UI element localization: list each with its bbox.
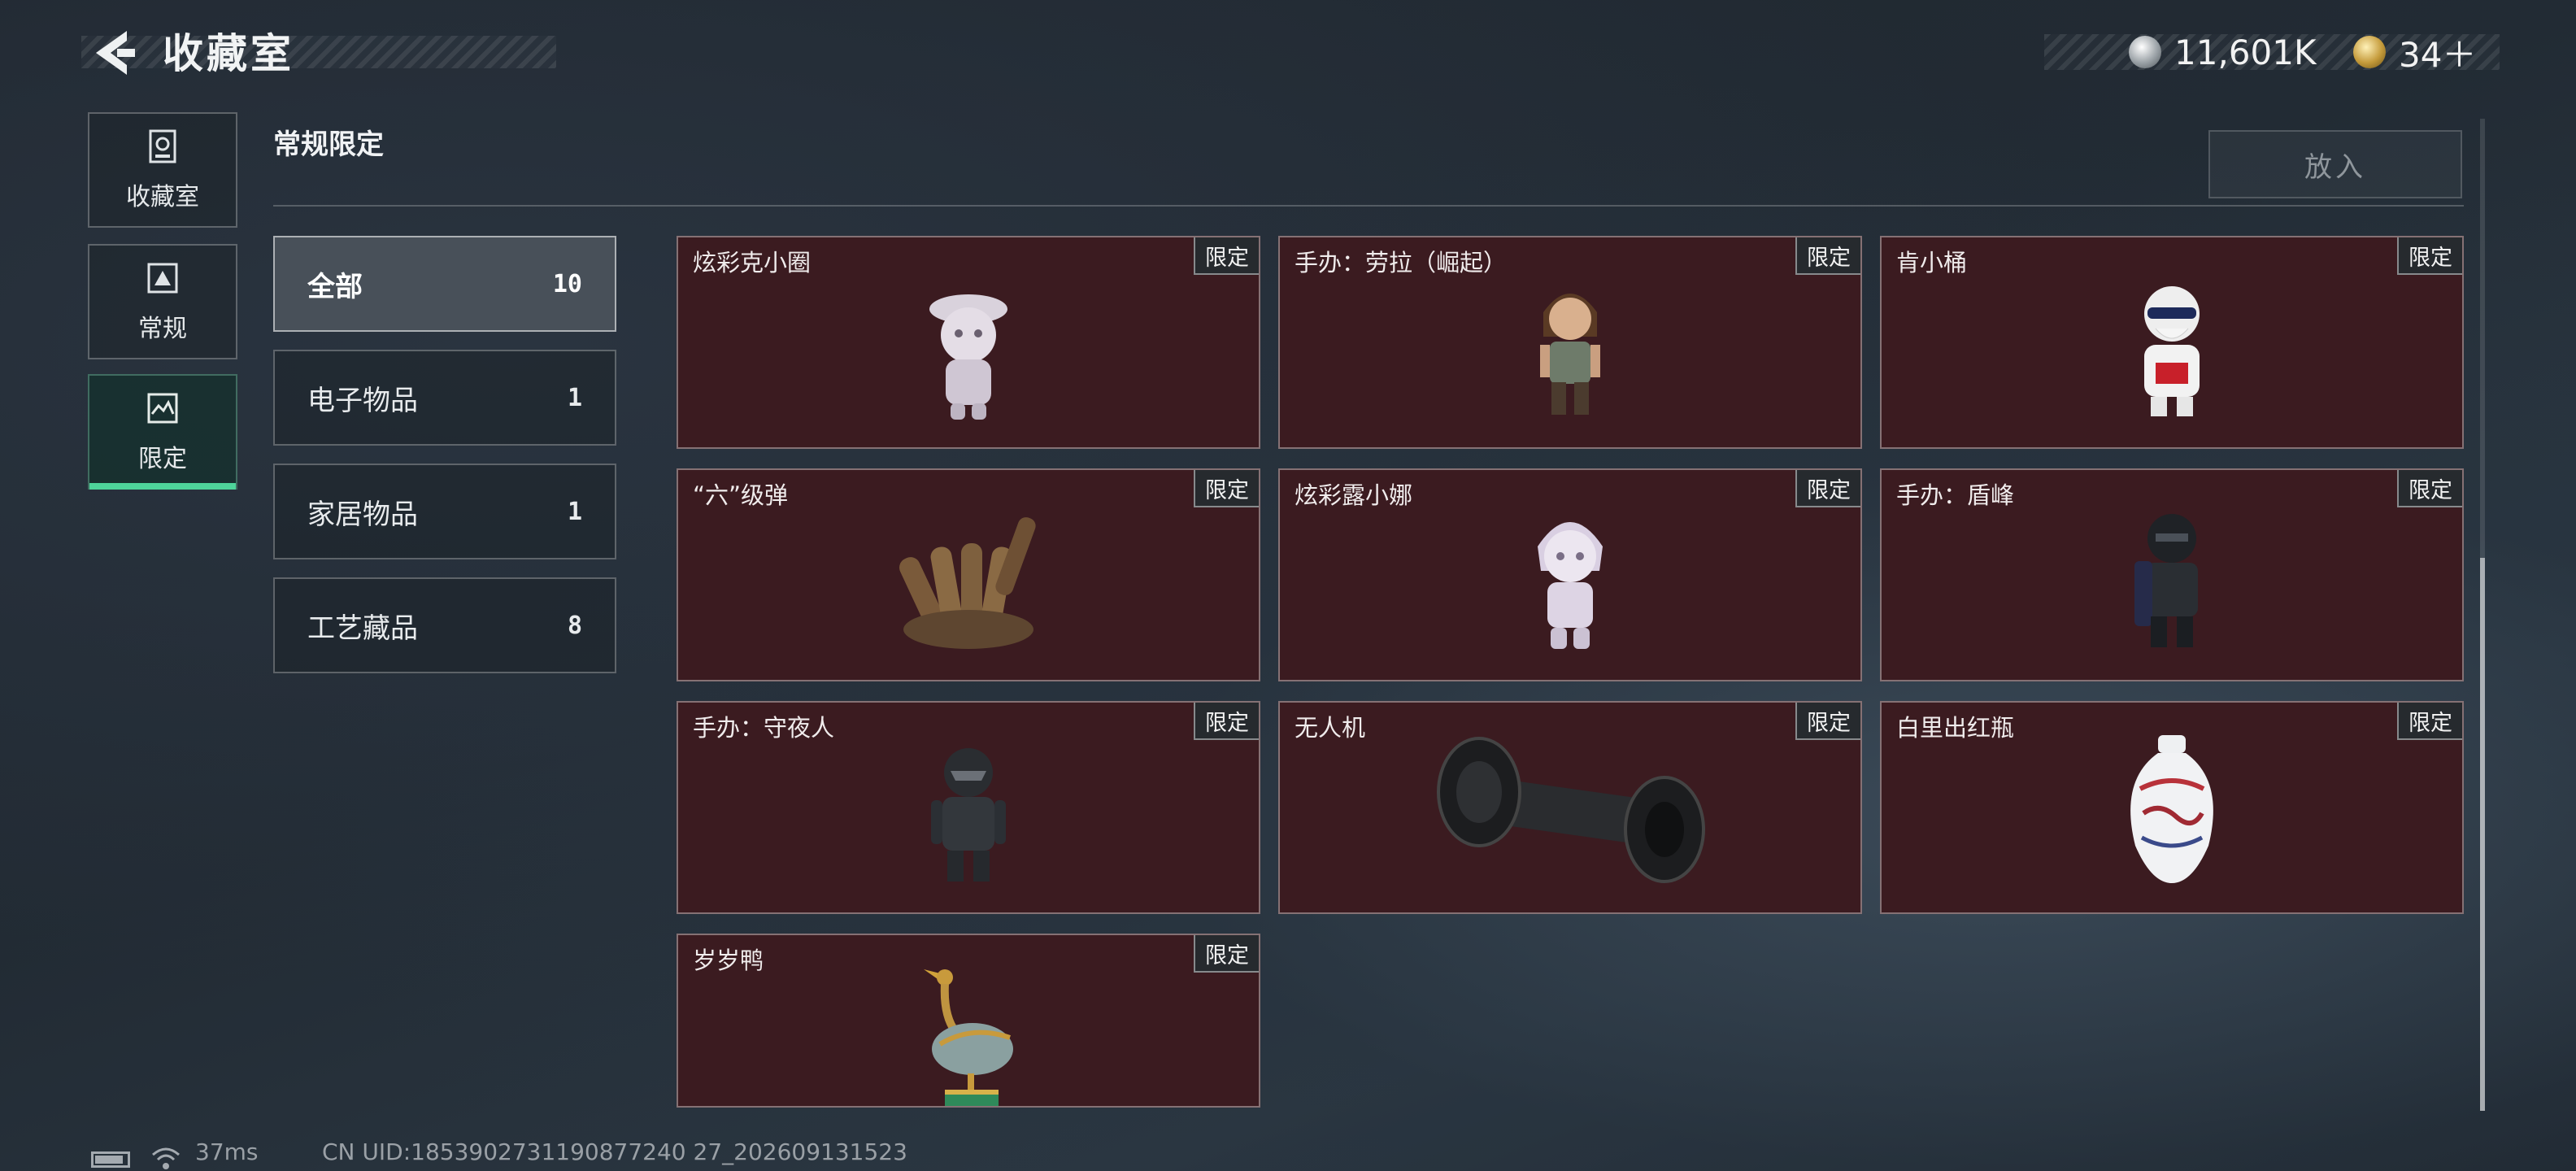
item-card[interactable]: 手办：盾峰 限定 bbox=[1880, 468, 2464, 681]
silver-currency-value: 11,601K bbox=[2174, 32, 2317, 72]
section-title: 常规限定 bbox=[273, 128, 384, 161]
battery-icon bbox=[91, 1151, 130, 1168]
back-arrow-icon[interactable] bbox=[88, 24, 145, 81]
category-label: 电子物品 bbox=[307, 384, 418, 417]
category-count: 10 bbox=[552, 269, 582, 298]
put-in-button[interactable]: 放入 bbox=[2208, 130, 2462, 198]
limited-collection-icon bbox=[147, 393, 178, 424]
nav-label: 收藏室 bbox=[126, 183, 199, 211]
figure-image bbox=[2134, 514, 2198, 647]
nav-label: 常规 bbox=[138, 315, 187, 343]
nav-item-regular[interactable]: 常规 bbox=[88, 244, 237, 359]
item-card[interactable]: 炫彩露小娜 限定 bbox=[1278, 468, 1862, 681]
figure-image bbox=[1538, 522, 1603, 649]
limited-badge: 限定 bbox=[1194, 935, 1259, 973]
active-indicator bbox=[89, 483, 236, 490]
item-name: 手办：守夜人 bbox=[693, 714, 835, 742]
vault-icon bbox=[149, 129, 176, 163]
limited-badge: 限定 bbox=[1194, 237, 1259, 275]
duck-image bbox=[924, 969, 1013, 1106]
category-household[interactable]: 家居物品 1 bbox=[273, 464, 616, 559]
figure-image bbox=[2144, 286, 2200, 416]
item-card[interactable]: 炫彩克小圈 限定 bbox=[677, 236, 1260, 449]
category-crafts[interactable]: 工艺藏品 8 bbox=[273, 577, 616, 673]
gold-currency-value: 34＋ bbox=[2399, 34, 2477, 75]
item-card[interactable]: 手办：劳拉（崛起） 限定 bbox=[1278, 236, 1862, 449]
limited-badge: 限定 bbox=[2397, 470, 2462, 507]
vase-image bbox=[2130, 735, 2213, 883]
category-electronics[interactable]: 电子物品 1 bbox=[273, 350, 616, 446]
item-name: 无人机 bbox=[1295, 714, 1366, 742]
header-stripe bbox=[81, 36, 556, 68]
silver-currency: 11,601K bbox=[2129, 31, 2317, 73]
nav-item-vault[interactable]: 收藏室 bbox=[88, 112, 237, 228]
limited-badge: 限定 bbox=[2397, 703, 2462, 740]
item-name: 炫彩露小娜 bbox=[1295, 481, 1413, 509]
figure-image bbox=[929, 294, 1007, 420]
figure-image bbox=[1540, 294, 1600, 415]
ping-text: 37ms bbox=[195, 1138, 259, 1165]
category-label: 全部 bbox=[307, 270, 363, 303]
item-name: 手办：盾峰 bbox=[1896, 481, 2015, 509]
gold-coin-icon bbox=[2353, 36, 2386, 68]
item-card[interactable]: 手办：守夜人 限定 bbox=[677, 701, 1260, 914]
scrollbar-thumb[interactable] bbox=[2480, 558, 2485, 1111]
gold-currency[interactable]: 34＋ bbox=[2353, 31, 2476, 75]
limited-badge: 限定 bbox=[1795, 470, 1860, 507]
category-all[interactable]: 全部 10 bbox=[273, 236, 616, 332]
regular-collection-icon bbox=[147, 263, 178, 294]
item-name: 炫彩克小圈 bbox=[693, 249, 812, 276]
limited-badge: 限定 bbox=[1194, 470, 1259, 507]
drone-image bbox=[1437, 737, 1705, 883]
item-card[interactable]: 无人机 限定 bbox=[1278, 701, 1862, 914]
category-count: 1 bbox=[567, 383, 582, 412]
category-label: 家居物品 bbox=[307, 498, 418, 531]
wifi-icon bbox=[152, 1147, 180, 1169]
category-label: 工艺藏品 bbox=[307, 612, 418, 645]
limited-badge: 限定 bbox=[1194, 703, 1259, 740]
item-card[interactable]: 白里出红瓶 限定 bbox=[1880, 701, 2464, 914]
page-title: 收藏室 bbox=[163, 30, 294, 77]
bullet-sculpture-image bbox=[899, 517, 1036, 649]
limited-badge: 限定 bbox=[1795, 703, 1860, 740]
item-name: “六”级弹 bbox=[693, 481, 789, 509]
figure-image bbox=[931, 748, 1006, 882]
item-card[interactable]: “六”级弹 限定 bbox=[677, 468, 1260, 681]
limited-badge: 限定 bbox=[1795, 237, 1860, 275]
category-count: 1 bbox=[567, 497, 582, 526]
category-count: 8 bbox=[567, 611, 582, 640]
item-card[interactable]: 岁岁鸭 限定 bbox=[677, 934, 1260, 1108]
item-name: 岁岁鸭 bbox=[693, 947, 764, 974]
item-name: 白里出红瓶 bbox=[1896, 714, 2015, 742]
item-card[interactable]: 肯小桶 限定 bbox=[1880, 236, 2464, 449]
item-name: 手办：劳拉（崛起） bbox=[1295, 249, 1508, 276]
nav-item-limited[interactable]: 限定 bbox=[88, 374, 237, 490]
section-divider bbox=[273, 205, 2464, 207]
item-name: 肯小桶 bbox=[1896, 249, 1968, 276]
silver-coin-icon bbox=[2129, 36, 2161, 68]
uid-text: CN UID:1853902731190877240 27_2026091315… bbox=[322, 1138, 907, 1165]
nav-label: 限定 bbox=[138, 445, 187, 473]
limited-badge: 限定 bbox=[2397, 237, 2462, 275]
